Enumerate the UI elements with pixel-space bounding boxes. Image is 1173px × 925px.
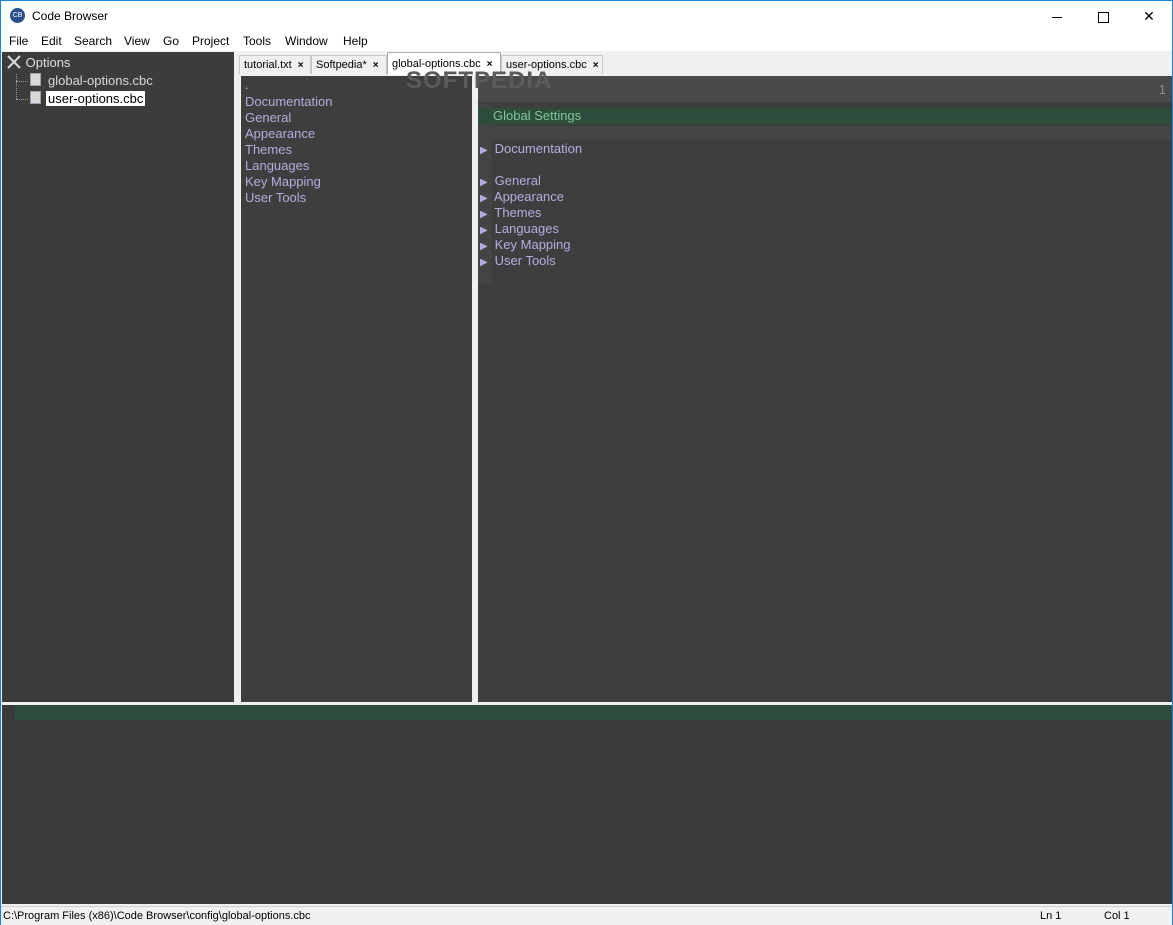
console-current-line: [2, 705, 1172, 720]
tree-connector: [16, 81, 28, 82]
status-bar: C:\Program Files (x86)\Code Browser\conf…: [1, 906, 1172, 925]
outline-item-themes[interactable]: Themes: [245, 142, 292, 157]
expand-arrow-icon[interactable]: ▶: [480, 177, 491, 188]
tree-root-label: Options: [25, 55, 71, 70]
tree-connector: [16, 74, 17, 99]
line-header: 1: [478, 76, 1172, 102]
tree-item-label: user-options.cbc: [46, 91, 146, 106]
window-title: Code Browser: [32, 9, 109, 23]
outline-item-user-tools[interactable]: User Tools: [245, 190, 306, 205]
editor-item-appearance[interactable]: ▶ Appearance: [480, 189, 564, 204]
editor-item-label: User Tools: [494, 253, 556, 268]
outline-item-documentation[interactable]: Documentation: [245, 94, 332, 109]
vertical-splitter[interactable]: [235, 52, 239, 702]
tab-label: tutorial.txt: [244, 59, 292, 71]
expand-arrow-icon[interactable]: ▶: [480, 145, 491, 156]
tab-close-icon[interactable]: ×: [593, 57, 599, 75]
tab-softpedia[interactable]: Softpedia* ×: [311, 55, 387, 74]
section-heading-bar: Global Settings: [478, 108, 1172, 124]
tree-item-global-options[interactable]: global-options.cbc: [30, 73, 155, 88]
file-icon: [30, 91, 41, 104]
menu-help[interactable]: Help: [343, 34, 368, 48]
editor-item-user-tools[interactable]: ▶ User Tools: [480, 253, 556, 268]
expand-arrow-icon[interactable]: ▶: [480, 241, 491, 252]
tab-close-icon[interactable]: ×: [373, 57, 379, 75]
minimize-icon: [1052, 16, 1062, 18]
menu-bar: File Edit Search View Go Project Tools W…: [1, 31, 1172, 51]
status-column: Col 1: [1104, 910, 1130, 922]
menu-view[interactable]: View: [124, 34, 150, 48]
app-window: CB Code Browser ✕ File Edit Search View …: [0, 0, 1173, 925]
outline-pane: . Documentation General Appearance Theme…: [241, 76, 472, 702]
title-bar[interactable]: CB Code Browser ✕: [1, 1, 1172, 31]
editor-item-key-mapping[interactable]: ▶ Key Mapping: [480, 237, 571, 252]
tools-icon: [6, 55, 22, 70]
editor-pane[interactable]: 1 Global Settings ▶ Documentation ▶ Gene…: [478, 76, 1172, 702]
maximize-icon: [1097, 11, 1109, 23]
line-number: 1: [1158, 82, 1166, 97]
tab-label: Softpedia*: [316, 59, 367, 71]
tab-tutorial[interactable]: tutorial.txt ×: [239, 55, 311, 74]
console-pane[interactable]: [2, 705, 1172, 904]
outline-marker: .: [245, 78, 249, 92]
minimize-button[interactable]: [1034, 1, 1080, 31]
app-logo-icon: CB: [10, 8, 25, 23]
menu-edit[interactable]: Edit: [41, 34, 62, 48]
tree-root-options[interactable]: Options: [6, 55, 70, 70]
tab-strip: tutorial.txt × Softpedia* × global-options…: [239, 52, 1172, 75]
status-file-path: C:\Program Files (x86)\Code Browser\conf…: [3, 910, 311, 922]
editor-item-label: Key Mapping: [494, 237, 571, 252]
expand-arrow-icon[interactable]: ▶: [480, 225, 491, 236]
outline-item-key-mapping[interactable]: Key Mapping: [245, 174, 321, 189]
expand-arrow-icon[interactable]: ▶: [480, 193, 491, 204]
menu-search[interactable]: Search: [74, 34, 112, 48]
editor-stripe: [478, 126, 1172, 140]
tree-connector: [16, 99, 28, 100]
outline-item-appearance[interactable]: Appearance: [245, 126, 315, 141]
editor-item-label: General: [494, 173, 541, 188]
menu-go[interactable]: Go: [163, 34, 179, 48]
outline-item-languages[interactable]: Languages: [245, 158, 309, 173]
close-button[interactable]: ✕: [1126, 1, 1172, 31]
tab-close-icon[interactable]: ×: [298, 57, 304, 75]
section-heading: Global Settings: [493, 108, 582, 123]
file-icon: [30, 73, 41, 86]
expand-arrow-icon[interactable]: ▶: [480, 257, 491, 268]
console-gutter: [2, 705, 15, 720]
menu-file[interactable]: File: [9, 34, 28, 48]
editor-item-label: Themes: [494, 205, 542, 220]
editor-item-label: Languages: [494, 221, 559, 236]
menu-tools[interactable]: Tools: [243, 34, 271, 48]
status-line: Ln 1: [1040, 910, 1062, 922]
editor-item-languages[interactable]: ▶ Languages: [480, 221, 559, 236]
tree-item-user-options[interactable]: user-options.cbc: [30, 91, 146, 106]
expand-arrow-icon[interactable]: ▶: [480, 209, 491, 220]
options-tree: Options global-options.cbc user-options.…: [2, 52, 234, 702]
tree-item-label: global-options.cbc: [48, 73, 153, 88]
menu-window[interactable]: Window: [285, 34, 328, 48]
softpedia-watermark: SOFTPEDIA: [406, 67, 553, 94]
editor-item-documentation[interactable]: ▶ Documentation: [480, 141, 582, 156]
vertical-splitter[interactable]: [473, 76, 477, 702]
editor-item-label: Appearance: [493, 189, 565, 204]
editor-item-general[interactable]: ▶ General: [480, 173, 541, 188]
outline-item-general[interactable]: General: [245, 110, 291, 125]
maximize-button[interactable]: [1080, 1, 1126, 31]
editor-item-themes[interactable]: ▶ Themes: [480, 205, 541, 220]
close-icon: ✕: [1143, 8, 1155, 24]
editor-item-label: Documentation: [494, 141, 583, 156]
menu-project[interactable]: Project: [192, 34, 229, 48]
